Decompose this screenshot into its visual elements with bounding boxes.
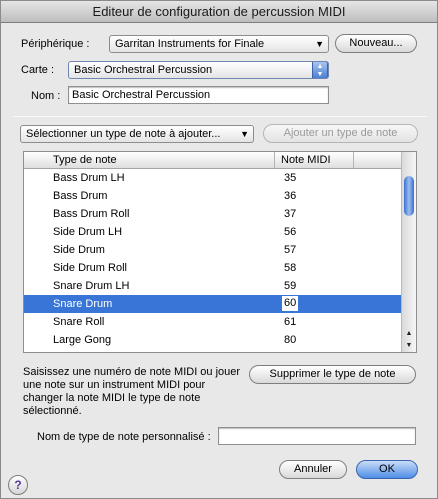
table-body: Bass Drum LH 35 Bass Drum 36 Bass Drum Roll 3… (24, 169, 402, 349)
note-type-cell: Snare Drum LH (53, 280, 130, 292)
midi-note-cell: 80 (284, 334, 297, 346)
midi-note-cell: 37 (284, 208, 297, 220)
delete-note-type-button[interactable]: Supprimer le type de note (249, 365, 416, 384)
note-type-popup-value: Sélectionner un type de note à ajouter..… (26, 128, 221, 140)
table-row[interactable]: Bass Drum 36 (24, 187, 402, 205)
note-type-cell: Bass Drum LH (53, 172, 125, 184)
midi-note-cell: 59 (284, 280, 297, 292)
vertical-scrollbar[interactable]: ▲ ▼ (401, 152, 416, 352)
table-row[interactable]: Side Drum 57 (24, 241, 402, 259)
midi-note-cell: 57 (284, 244, 297, 256)
device-popup[interactable]: Garritan Instruments for Finale ▼ (109, 35, 329, 53)
note-type-cell: Snare Drum (53, 298, 113, 310)
device-popup-value: Garritan Instruments for Finale (115, 38, 265, 50)
window-title: Editeur de configuration de percussion M… (1, 1, 437, 23)
percussion-editor-dialog: Editeur de configuration de percussion M… (0, 0, 438, 499)
note-type-cell: Large Gong (53, 334, 112, 346)
scrollbar-thumb[interactable] (404, 176, 414, 216)
help-button[interactable]: ? (8, 475, 28, 495)
device-label: Périphérique : (21, 38, 90, 50)
map-label: Carte : (21, 64, 55, 76)
midi-note-cell: 61 (284, 316, 297, 328)
table-row[interactable]: Side Drum LH 56 (24, 223, 402, 241)
chevron-down-icon: ▼ (240, 129, 249, 139)
midi-note-cell: 56 (284, 226, 297, 238)
note-type-cell: Snare Roll (53, 316, 105, 328)
ok-button[interactable]: OK (356, 460, 418, 479)
table-row[interactable]: Side Drum Roll 58 (24, 259, 402, 277)
custom-name-field[interactable] (218, 427, 416, 445)
scroll-up-arrow-icon[interactable]: ▲ (402, 328, 416, 340)
midi-note-cell: 36 (284, 190, 297, 202)
note-type-cell: Side Drum Roll (53, 262, 127, 274)
column-header-midi-note[interactable]: Note MIDI (275, 152, 354, 168)
note-type-cell: Bass Drum Roll (53, 208, 130, 220)
cancel-button[interactable]: Annuler (279, 460, 347, 479)
note-type-cell: Side Drum (53, 244, 105, 256)
midi-help-text: Saisissez une numéro de note MIDI ou jou… (23, 366, 241, 417)
new-button[interactable]: Nouveau... (335, 34, 417, 53)
table-row[interactable]: Snare Drum 60 (24, 295, 402, 313)
table-row[interactable]: Snare Roll 61 (24, 313, 402, 331)
map-popup[interactable]: Basic Orchestral Percussion ▲ ▼ (68, 61, 329, 79)
popup-stepper-icon: ▲ ▼ (312, 62, 328, 78)
table-row[interactable]: Bass Drum LH 35 (24, 169, 402, 187)
map-popup-value: Basic Orchestral Percussion (74, 64, 213, 76)
table-row[interactable]: Large Gong 80 (24, 331, 402, 349)
midi-note-cell: 58 (284, 262, 297, 274)
midi-note-cell[interactable]: 60 (281, 295, 300, 312)
table-row[interactable]: Bass Drum Roll 37 (24, 205, 402, 223)
column-header-note-type[interactable]: Type de note (47, 152, 275, 168)
table-header: Type de note Note MIDI (24, 152, 402, 169)
note-type-cell: Side Drum LH (53, 226, 123, 238)
note-type-table[interactable]: Type de note Note MIDI Bass Drum LH 35 Bas… (23, 151, 417, 353)
midi-note-cell: 35 (284, 172, 297, 184)
note-type-popup[interactable]: Sélectionner un type de note à ajouter..… (20, 125, 254, 143)
custom-name-label: Nom de type de note personnalisé : (37, 431, 211, 443)
table-row[interactable]: Snare Drum LH 59 (24, 277, 402, 295)
separator (13, 116, 427, 117)
chevron-down-icon: ▼ (315, 39, 324, 49)
name-field[interactable]: Basic Orchestral Percussion (68, 86, 329, 104)
name-label: Nom : (31, 90, 61, 102)
scroll-down-arrow-icon[interactable]: ▼ (402, 340, 416, 352)
note-type-cell: Bass Drum (53, 190, 108, 202)
add-note-type-button[interactable]: Ajouter un type de note (263, 124, 418, 143)
